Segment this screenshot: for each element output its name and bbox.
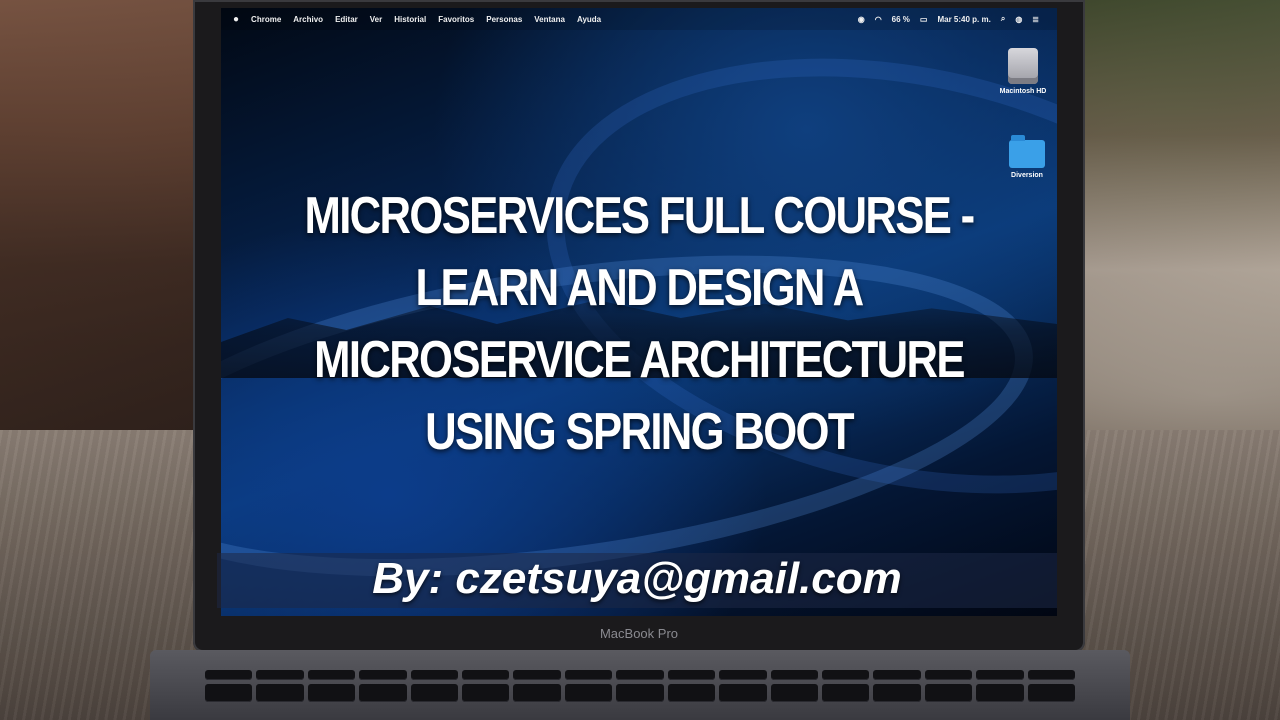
battery-icon: ▭: [919, 14, 928, 24]
keyboard-key: [564, 670, 613, 680]
desktop-icon-diversion[interactable]: Diversion: [997, 135, 1057, 179]
device-brand-label: MacBook Pro: [599, 626, 679, 641]
keyboard-key: [667, 684, 716, 702]
menubar-clock[interactable]: Mar 5:40 p. m.: [937, 15, 990, 24]
keyboard-key: [821, 684, 870, 702]
menu-item-historial[interactable]: Historial: [394, 15, 426, 24]
keyboard-key: [976, 670, 1024, 680]
keyboard-key: [307, 684, 356, 702]
menu-item-archivo[interactable]: Archivo: [293, 15, 323, 24]
spotlight-search-icon[interactable]: ⌕: [1001, 14, 1005, 24]
desktop-icon-label: Diversion: [1011, 172, 1043, 179]
title-line: MICROSERVICES FULL COURSE -: [304, 187, 976, 245]
author-credit: By: czetsuya@gmail.com: [372, 554, 902, 603]
keyboard-key: [513, 684, 561, 702]
keyboard-key: [513, 670, 561, 680]
keyboard: [205, 662, 1075, 720]
keyboard-key: [719, 684, 767, 702]
notification-center-icon[interactable]: ≣: [1032, 15, 1039, 24]
keyboard-key: [719, 670, 767, 680]
keyboard-key: [976, 684, 1024, 702]
keyboard-key: [770, 670, 818, 680]
siri-icon[interactable]: ◍: [1015, 15, 1022, 24]
keyboard-key: [359, 684, 407, 702]
keyboard-key: [616, 670, 664, 680]
keyboard-key: [205, 670, 253, 680]
macos-menubar: ● Chrome Archivo Editar Ver Historial Fa…: [221, 8, 1057, 30]
background-chair-left: [0, 0, 200, 440]
keyboard-key: [616, 684, 664, 702]
menu-item-ventana[interactable]: Ventana: [534, 15, 565, 24]
keyboard-key: [1027, 670, 1075, 680]
menu-item-chrome[interactable]: Chrome: [251, 15, 281, 24]
airplay-icon[interactable]: ◉: [858, 15, 865, 24]
menu-item-ayuda[interactable]: Ayuda: [577, 15, 601, 24]
keyboard-key: [256, 670, 304, 680]
keyboard-key: [1027, 684, 1075, 702]
battery-percent[interactable]: 66 %: [892, 15, 910, 24]
keyboard-key: [924, 670, 973, 680]
title-line: MICROSERVICE ARCHITECTURE: [314, 331, 965, 389]
keyboard-key: [359, 670, 407, 680]
keyboard-key: [410, 684, 459, 702]
keyboard-key: [564, 684, 613, 702]
keyboard-key: [205, 684, 253, 702]
keyboard-key: [770, 684, 818, 702]
hard-drive-icon: [1008, 48, 1038, 84]
keyboard-key: [462, 684, 510, 702]
menu-item-personas[interactable]: Personas: [486, 15, 522, 24]
keyboard-key: [462, 670, 510, 680]
wifi-icon[interactable]: ◠: [875, 15, 882, 24]
course-title: MICROSERVICES FULL COURSE - LEARN AND DE…: [288, 180, 990, 468]
folder-icon: [1009, 135, 1045, 168]
desktop-icon-label: Macintosh HD: [999, 88, 1047, 95]
keyboard-key: [307, 670, 356, 680]
title-line: LEARN AND DESIGN A: [415, 259, 864, 317]
menu-item-editar[interactable]: Editar: [335, 15, 358, 24]
keyboard-key: [924, 684, 973, 702]
menu-item-favoritos[interactable]: Favoritos: [438, 15, 474, 24]
keyboard-key: [410, 670, 459, 680]
keyboard-key: [873, 670, 921, 680]
menubar-status-area: ◉ ◠ 66 % ▭ Mar 5:40 p. m. ⌕ ◍ ≣: [858, 14, 1039, 24]
keyboard-key: [256, 684, 304, 702]
menu-item-ver[interactable]: Ver: [370, 15, 382, 24]
keyboard-key: [667, 670, 716, 680]
apple-logo-icon[interactable]: ●: [233, 14, 239, 25]
background-plant-right: [1080, 0, 1280, 450]
title-line: USING SPRING BOOT: [425, 403, 854, 461]
desktop-icon-macintosh-hd[interactable]: Macintosh HD: [993, 48, 1053, 95]
keyboard-key: [821, 670, 870, 680]
keyboard-key: [873, 684, 921, 702]
